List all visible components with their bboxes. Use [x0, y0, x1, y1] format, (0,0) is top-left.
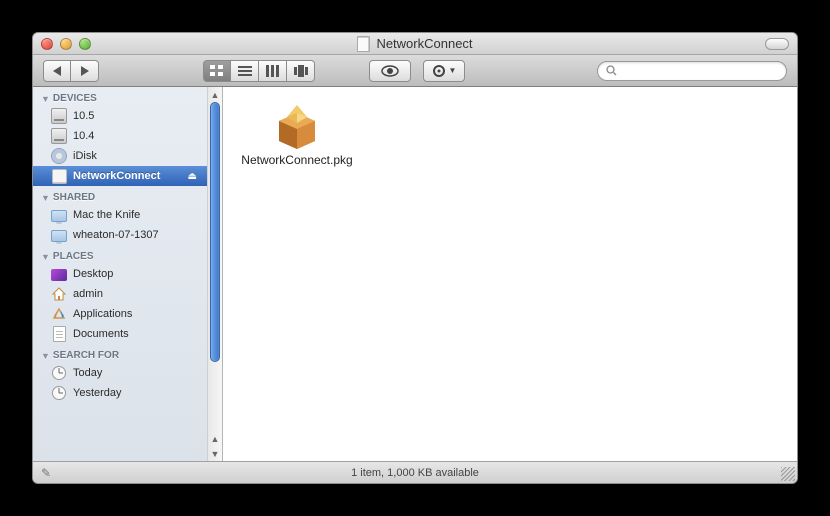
section-title: SEARCH FOR: [53, 350, 119, 361]
hd-icon: [51, 128, 67, 144]
sidebar-item-hd-105[interactable]: 10.5: [33, 106, 207, 126]
clock-icon: [51, 365, 67, 381]
sidebar: ▼ DEVICES 10.5 10.4 iDisk NetworkC: [33, 87, 223, 461]
sidebar-item-desktop[interactable]: Desktop: [33, 264, 207, 284]
section-places[interactable]: ▼ PLACES: [33, 245, 207, 264]
package-icon: [269, 101, 325, 149]
search-field[interactable]: [597, 61, 787, 81]
file-browser[interactable]: NetworkConnect.pkg: [223, 87, 797, 461]
section-devices[interactable]: ▼ DEVICES: [33, 87, 207, 106]
section-title: DEVICES: [53, 93, 97, 104]
view-coverflow-button[interactable]: [287, 60, 315, 82]
sidebar-item-mac-the-knife[interactable]: Mac the Knife: [33, 205, 207, 225]
view-list-button[interactable]: [231, 60, 259, 82]
idisk-icon: [51, 148, 67, 164]
sidebar-item-label: Today: [73, 367, 102, 379]
sidebar-scrollbar[interactable]: ▲ ▲ ▼: [207, 87, 222, 461]
sidebar-item-label: iDisk: [73, 150, 97, 162]
sidebar-item-documents[interactable]: Documents: [33, 324, 207, 344]
sidebar-item-applications[interactable]: Applications: [33, 304, 207, 324]
gear-icon: [432, 64, 446, 78]
proxy-icon: [357, 36, 370, 52]
sidebar-item-label: Mac the Knife: [73, 209, 140, 221]
file-item[interactable]: NetworkConnect.pkg: [237, 101, 357, 167]
view-icon-button[interactable]: [203, 60, 231, 82]
network-mac-icon: [51, 207, 67, 223]
sidebar-item-label: Yesterday: [73, 387, 122, 399]
titlebar: NetworkConnect: [33, 33, 797, 55]
nav-segment: [43, 60, 99, 82]
sidebar-item-label: Documents: [73, 328, 129, 340]
back-button[interactable]: [43, 60, 71, 82]
sidebar-item-hd-104[interactable]: 10.4: [33, 126, 207, 146]
window-title-text: NetworkConnect: [376, 36, 472, 51]
sidebar-item-wheaton[interactable]: wheaton-07-1307: [33, 225, 207, 245]
sidebar-item-home[interactable]: admin: [33, 284, 207, 304]
column-icon: [266, 65, 280, 77]
removable-disk-icon: [51, 168, 67, 184]
chevron-down-icon: ▼: [449, 66, 457, 75]
view-segment: [203, 60, 315, 82]
window-title: NetworkConnect: [33, 36, 797, 52]
sidebar-item-idisk[interactable]: iDisk: [33, 146, 207, 166]
toolbar: ▼: [33, 55, 797, 87]
sidebar-item-label: 10.5: [73, 110, 94, 122]
disclosure-triangle-icon: ▼: [41, 193, 50, 203]
disclosure-triangle-icon: ▼: [41, 252, 50, 262]
sidebar-item-label: Applications: [73, 308, 132, 320]
action-button[interactable]: ▼: [423, 60, 465, 82]
sidebar-item-yesterday[interactable]: Yesterday: [33, 383, 207, 403]
sidebar-item-networkconnect[interactable]: NetworkConnect ⏏: [33, 166, 207, 186]
sidebar-item-label: admin: [73, 288, 103, 300]
file-grid: NetworkConnect.pkg: [237, 101, 783, 167]
section-title: SHARED: [53, 192, 95, 203]
disclosure-triangle-icon: ▼: [41, 351, 50, 361]
grid-icon: [210, 65, 224, 77]
scroll-thumb[interactable]: [210, 102, 220, 362]
view-column-button[interactable]: [259, 60, 287, 82]
sidebar-item-label: 10.4: [73, 130, 94, 142]
desktop-icon: [51, 266, 67, 282]
sidebar-item-label: Desktop: [73, 268, 113, 280]
clock-icon: [51, 385, 67, 401]
status-text: 1 item, 1,000 KB available: [351, 467, 479, 479]
applications-icon: [51, 306, 67, 322]
eject-icon[interactable]: ⏏: [188, 171, 197, 182]
section-shared[interactable]: ▼ SHARED: [33, 186, 207, 205]
toolbar-toggle-button[interactable]: [765, 38, 789, 50]
eye-icon: [381, 65, 399, 77]
disclosure-triangle-icon: ▼: [41, 94, 50, 104]
coverflow-icon: [294, 65, 308, 77]
sidebar-item-today[interactable]: Today: [33, 363, 207, 383]
forward-button[interactable]: [71, 60, 99, 82]
sidebar-list: ▼ DEVICES 10.5 10.4 iDisk NetworkC: [33, 87, 207, 461]
scroll-up-icon[interactable]: ▲: [208, 87, 222, 102]
quicklook-button[interactable]: [369, 60, 411, 82]
close-button[interactable]: [41, 38, 53, 50]
section-title: PLACES: [53, 251, 94, 262]
list-icon: [238, 65, 252, 77]
network-mac-icon: [51, 227, 67, 243]
window-body: ▼ DEVICES 10.5 10.4 iDisk NetworkC: [33, 87, 797, 461]
scroll-up-lower-icon[interactable]: ▲: [208, 431, 222, 446]
traffic-lights: [41, 38, 91, 50]
documents-icon: [51, 326, 67, 342]
home-icon: [51, 286, 67, 302]
path-button-icon[interactable]: ✎: [41, 466, 51, 480]
zoom-button[interactable]: [79, 38, 91, 50]
search-input[interactable]: [621, 65, 778, 77]
status-bar: ✎ 1 item, 1,000 KB available: [33, 461, 797, 483]
section-search-for[interactable]: ▼ SEARCH FOR: [33, 344, 207, 363]
search-icon: [606, 65, 617, 76]
scroll-down-icon[interactable]: ▼: [208, 446, 222, 461]
hd-icon: [51, 108, 67, 124]
file-name: NetworkConnect.pkg: [241, 153, 352, 167]
minimize-button[interactable]: [60, 38, 72, 50]
finder-window: NetworkConnect: [32, 32, 798, 484]
sidebar-item-label: wheaton-07-1307: [73, 229, 159, 241]
resize-handle[interactable]: [781, 467, 795, 481]
sidebar-item-label: NetworkConnect: [73, 170, 160, 182]
